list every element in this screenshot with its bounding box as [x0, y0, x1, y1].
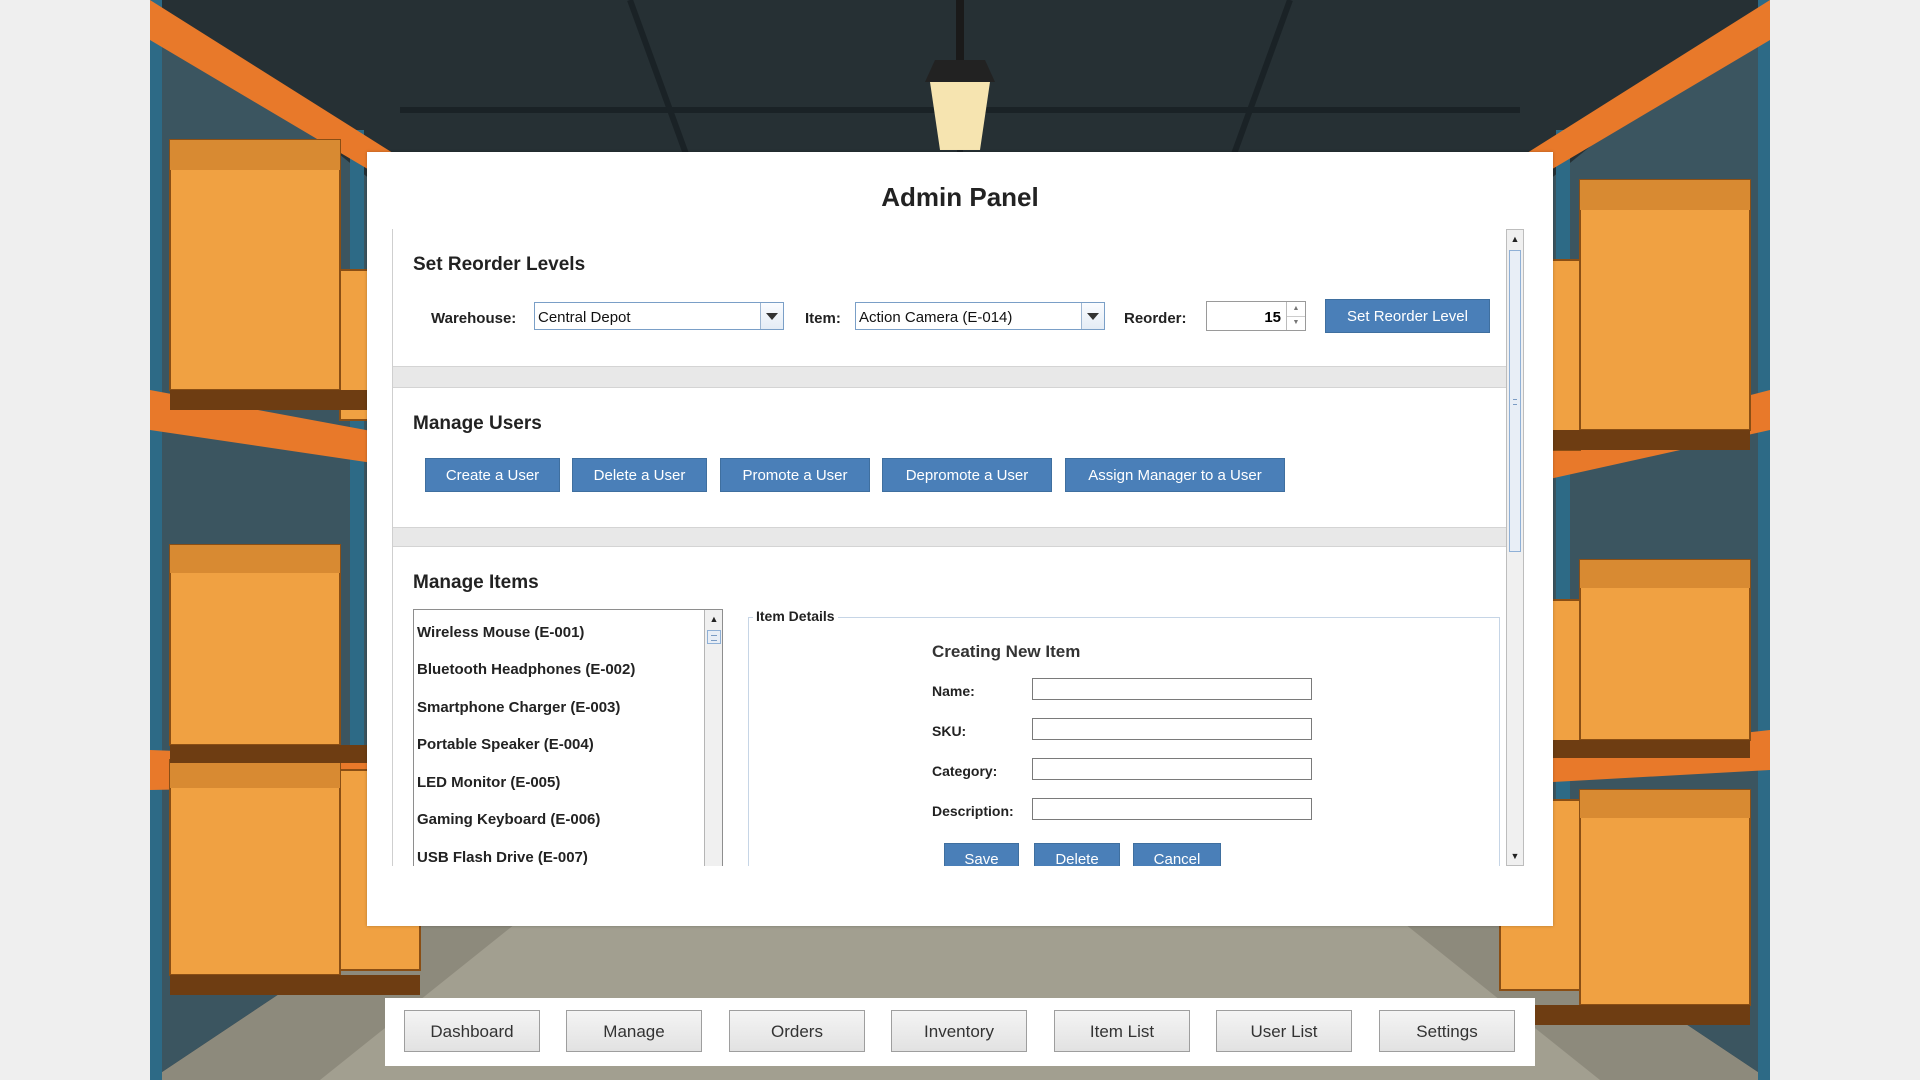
- warehouse-select[interactable]: Central Depot: [534, 302, 784, 330]
- item-select-value: Action Camera (E-014): [859, 309, 1013, 326]
- nav-settings[interactable]: Settings: [1379, 1010, 1515, 1052]
- nav-inventory[interactable]: Inventory: [891, 1010, 1027, 1052]
- list-item[interactable]: Smartphone Charger (E-003): [417, 699, 620, 716]
- promote-user-button[interactable]: Promote a User: [720, 458, 870, 492]
- nav-dashboard[interactable]: Dashboard: [404, 1010, 540, 1052]
- depromote-user-button[interactable]: Depromote a User: [882, 458, 1052, 492]
- nav-orders[interactable]: Orders: [729, 1010, 865, 1052]
- list-item[interactable]: Portable Speaker (E-004): [417, 736, 594, 753]
- item-list-scrollbar[interactable]: ▲: [704, 610, 722, 866]
- sku-field[interactable]: [1032, 718, 1312, 740]
- item-list[interactable]: Wireless Mouse (E-001) Bluetooth Headpho…: [413, 609, 723, 866]
- admin-scroll-area[interactable]: Set Reorder Levels Warehouse: Central De…: [392, 229, 1516, 866]
- admin-panel: Admin Panel Set Reorder Levels Warehouse…: [367, 152, 1553, 926]
- item-select[interactable]: Action Camera (E-014): [855, 302, 1105, 330]
- warehouse-select-value: Central Depot: [538, 309, 631, 326]
- category-label: Category:: [932, 763, 998, 779]
- item-details-group: Item Details Creating New Item Name: SKU…: [748, 608, 1500, 866]
- delete-item-button[interactable]: Delete: [1034, 843, 1120, 866]
- warehouse-label: Warehouse:: [431, 310, 517, 327]
- name-field[interactable]: [1032, 678, 1312, 700]
- list-item[interactable]: LED Monitor (E-005): [417, 774, 560, 791]
- items-section: Manage Items Wireless Mouse (E-001) Blue…: [393, 546, 1515, 866]
- item-label: Item:: [805, 310, 841, 327]
- list-item[interactable]: Gaming Keyboard (E-006): [417, 811, 600, 828]
- assign-manager-button[interactable]: Assign Manager to a User: [1065, 458, 1285, 492]
- scroll-up-icon[interactable]: ▲: [705, 610, 722, 628]
- category-field[interactable]: [1032, 758, 1312, 780]
- reorder-label: Reorder:: [1124, 310, 1187, 327]
- nav-manage[interactable]: Manage: [566, 1010, 702, 1052]
- chevron-down-icon[interactable]: [1081, 303, 1104, 329]
- reorder-section: Set Reorder Levels Warehouse: Central De…: [393, 229, 1515, 367]
- list-item[interactable]: Bluetooth Headphones (E-002): [417, 661, 635, 678]
- nav-user-list[interactable]: User List: [1216, 1010, 1352, 1052]
- reorder-spinner-value: 15: [1264, 309, 1281, 326]
- name-label: Name:: [932, 683, 975, 699]
- bottom-nav: Dashboard Manage Orders Inventory Item L…: [385, 998, 1535, 1066]
- list-item[interactable]: USB Flash Drive (E-007): [417, 849, 588, 866]
- scroll-down-icon[interactable]: ▼: [1507, 847, 1523, 865]
- item-details-legend: Item Details: [753, 608, 838, 624]
- sku-label: SKU:: [932, 723, 967, 739]
- description-field[interactable]: [1032, 798, 1312, 820]
- users-section: Manage Users Create a User Delete a User…: [393, 387, 1515, 528]
- set-reorder-level-button[interactable]: Set Reorder Level: [1325, 299, 1490, 333]
- delete-user-button[interactable]: Delete a User: [572, 458, 707, 492]
- reorder-heading: Set Reorder Levels: [413, 254, 586, 275]
- create-user-button[interactable]: Create a User: [425, 458, 560, 492]
- panel-scrollbar[interactable]: ▲ ▼: [1506, 229, 1524, 866]
- description-label: Description:: [932, 803, 1014, 819]
- scroll-up-icon[interactable]: ▲: [1507, 230, 1523, 248]
- spinner-buttons: ▲ ▼: [1286, 302, 1305, 330]
- chevron-down-icon[interactable]: [760, 303, 783, 329]
- nav-item-list[interactable]: Item List: [1054, 1010, 1190, 1052]
- list-item[interactable]: Wireless Mouse (E-001): [417, 624, 584, 641]
- scrollbar-thumb[interactable]: [707, 630, 721, 644]
- scrollbar-thumb[interactable]: [1509, 250, 1521, 552]
- users-heading: Manage Users: [413, 413, 542, 434]
- details-subtitle: Creating New Item: [932, 642, 1081, 661]
- save-button[interactable]: Save: [944, 843, 1019, 866]
- spinner-down-icon[interactable]: ▼: [1287, 316, 1305, 330]
- cancel-button[interactable]: Cancel: [1133, 843, 1221, 866]
- items-heading: Manage Items: [413, 572, 539, 593]
- reorder-spinner[interactable]: 15 ▲ ▼: [1206, 301, 1306, 331]
- spinner-up-icon[interactable]: ▲: [1287, 302, 1305, 317]
- page-title: Admin Panel: [881, 182, 1039, 212]
